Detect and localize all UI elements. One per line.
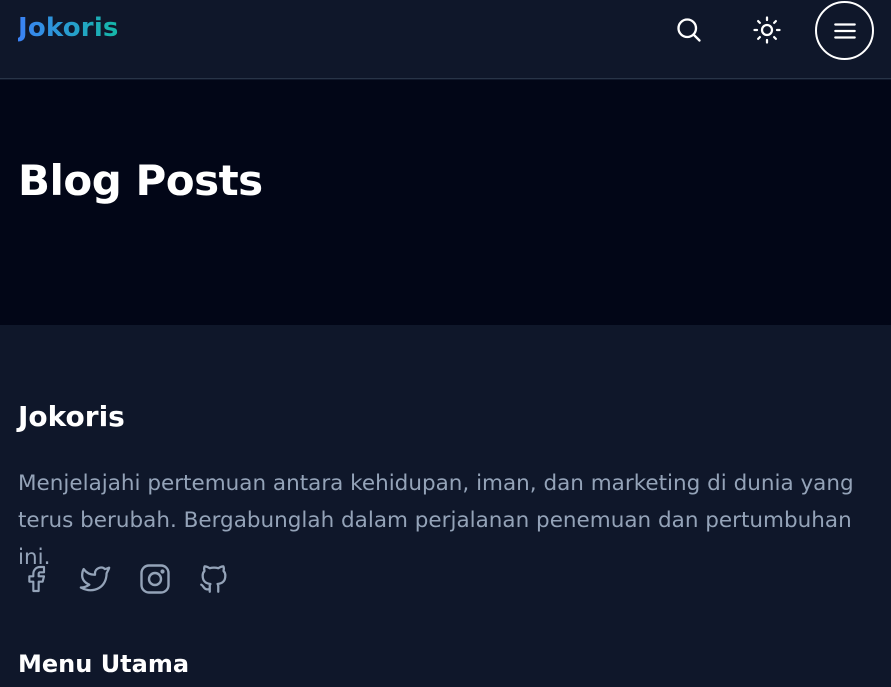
menu-button[interactable] bbox=[815, 1, 874, 60]
instagram-icon bbox=[140, 564, 170, 594]
sun-icon bbox=[753, 16, 781, 44]
twitter-icon bbox=[79, 566, 111, 592]
footer-brand: Jokoris bbox=[18, 400, 125, 433]
instagram-link[interactable] bbox=[135, 559, 175, 599]
twitter-link[interactable] bbox=[75, 559, 115, 599]
github-icon bbox=[200, 565, 227, 593]
facebook-icon bbox=[28, 565, 46, 593]
facebook-link[interactable] bbox=[16, 559, 56, 599]
theme-toggle-button[interactable] bbox=[745, 8, 789, 52]
site-footer: Jokoris Menjelajahi pertemuan antara keh… bbox=[0, 325, 891, 687]
github-link[interactable] bbox=[194, 559, 234, 599]
search-button[interactable] bbox=[667, 8, 711, 52]
site-header: Jokoris bbox=[0, 0, 891, 79]
search-icon bbox=[677, 18, 701, 42]
hero-section: Blog Posts bbox=[0, 80, 891, 325]
hamburger-menu-icon bbox=[833, 22, 856, 39]
footer-menu-heading: Menu Utama bbox=[18, 650, 190, 678]
site-logo[interactable]: Jokoris bbox=[18, 13, 119, 43]
page-title: Blog Posts bbox=[18, 156, 263, 205]
